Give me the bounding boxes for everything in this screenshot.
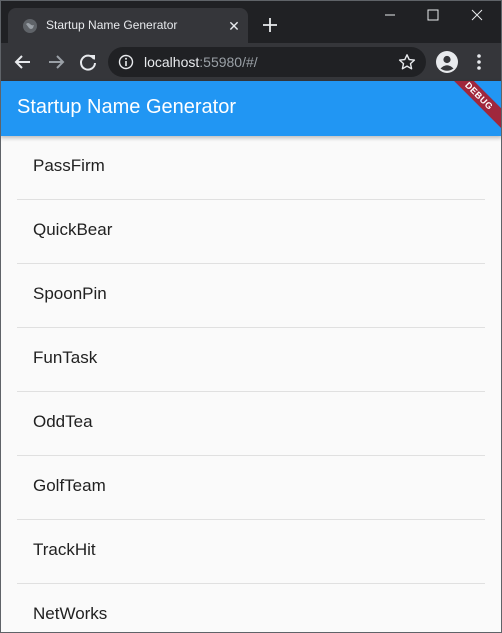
name-list[interactable]: PassFirm QuickBear SpoonPin FunTask OddT…: [0, 136, 502, 633]
tab-strip: Startup Name Generator ✕: [0, 0, 502, 43]
list-item[interactable]: QuickBear: [17, 200, 485, 264]
address-bar[interactable]: localhost:55980/#/: [108, 47, 426, 77]
bookmark-star-icon[interactable]: [398, 53, 416, 71]
browser-toolbar: localhost:55980/#/: [0, 43, 502, 81]
list-item-label: QuickBear: [33, 220, 113, 239]
more-menu-icon[interactable]: [472, 51, 486, 73]
profile-avatar-icon[interactable]: [436, 51, 458, 73]
new-tab-icon[interactable]: [260, 15, 280, 35]
list-item-label: PassFirm: [33, 156, 105, 175]
browser-tab[interactable]: Startup Name Generator ✕: [8, 8, 248, 43]
list-item-label: TrackHit: [33, 540, 96, 559]
url-host: localhost: [144, 54, 200, 70]
reload-icon[interactable]: [77, 51, 99, 73]
close-tab-icon[interactable]: ✕: [226, 18, 242, 34]
list-item-label: OddTea: [33, 412, 93, 431]
list-item[interactable]: PassFirm: [17, 136, 485, 200]
browser-window: Startup Name Generator ✕ localhost:55980…: [0, 0, 502, 633]
list-item-label: FunTask: [33, 348, 98, 367]
debug-banner: DEBUG: [442, 81, 502, 133]
list-item[interactable]: GolfTeam: [17, 456, 485, 520]
tab-title: Startup Name Generator: [46, 18, 178, 32]
list-item-label: GolfTeam: [33, 476, 106, 495]
list-item[interactable]: FunTask: [17, 328, 485, 392]
maximize-icon[interactable]: [411, 0, 455, 30]
app-title: Startup Name Generator: [17, 96, 236, 118]
close-window-icon[interactable]: [455, 0, 499, 30]
forward-icon[interactable]: [45, 51, 67, 73]
globe-icon: [23, 19, 37, 33]
list-item-label: NetWorks: [33, 604, 108, 623]
minimize-icon[interactable]: [368, 0, 412, 30]
list-item-label: SpoonPin: [33, 284, 107, 303]
info-icon[interactable]: [118, 54, 134, 70]
app-bar: Startup Name Generator DEBUG: [0, 81, 502, 136]
list-item[interactable]: TrackHit: [17, 520, 485, 584]
url-path: :55980/#/: [199, 54, 258, 70]
list-item[interactable]: SpoonPin: [17, 264, 485, 328]
list-item[interactable]: NetWorks: [17, 584, 485, 633]
url-text: localhost:55980/#/: [144, 54, 258, 70]
back-icon[interactable]: [12, 51, 34, 73]
list-item[interactable]: OddTea: [17, 392, 485, 456]
